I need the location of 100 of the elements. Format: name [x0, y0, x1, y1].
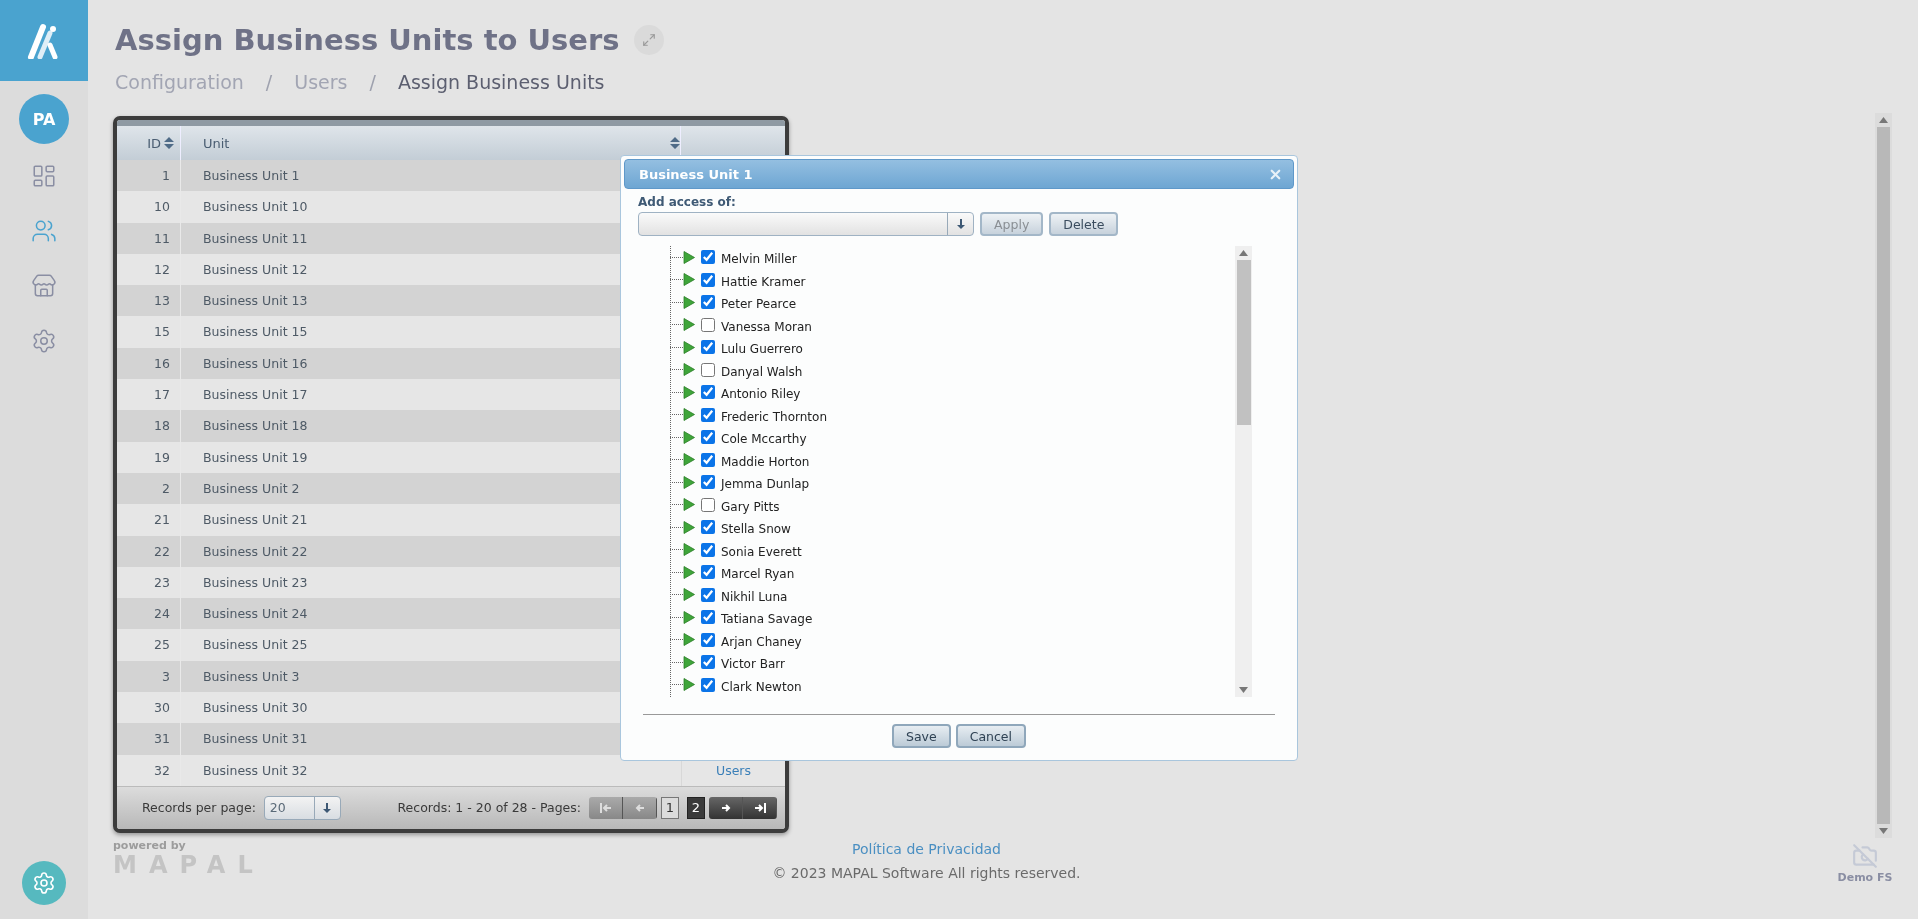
records-summary: Records: 1 - 20 of 28 - Pages:	[397, 800, 581, 816]
scroll-down-icon[interactable]	[1879, 828, 1888, 834]
user-checkbox[interactable]	[701, 340, 715, 355]
dashboard-icon	[31, 163, 57, 189]
user-name: Danyal Walsh	[721, 364, 803, 379]
user-name: Melvin Miller	[721, 252, 797, 267]
expand-triangle-icon[interactable]	[683, 588, 695, 602]
per-page-select[interactable]: 20	[263, 795, 341, 820]
table-cell: Business Unit 17	[203, 387, 308, 403]
expand-triangle-icon[interactable]	[683, 655, 695, 669]
pager-button[interactable]	[743, 796, 777, 819]
table-cell: Business Unit 24	[203, 606, 308, 622]
settings-icon	[32, 871, 56, 895]
user-name: Vanessa Moran	[721, 319, 812, 334]
table-cell: 2	[162, 480, 170, 496]
expand-triangle-icon[interactable]	[683, 295, 695, 309]
table-cell: Business Unit 12	[203, 261, 308, 277]
table-cell: 30	[154, 700, 170, 716]
expand-triangle-icon[interactable]	[683, 340, 695, 354]
user-checkbox[interactable]	[701, 295, 715, 310]
pager-button[interactable]	[709, 796, 743, 819]
user-name: Cole Mccarthy	[721, 432, 807, 447]
access-select[interactable]	[638, 212, 974, 236]
expand-triangle-icon[interactable]	[683, 633, 695, 647]
support-button[interactable]	[22, 861, 66, 905]
logo-icon[interactable]	[27, 22, 61, 59]
table-cell: 24	[154, 606, 170, 622]
user-checkbox[interactable]	[701, 362, 715, 377]
expand-triangle-icon[interactable]	[683, 475, 695, 489]
user-checkbox[interactable]	[701, 407, 715, 422]
expand-triangle-icon[interactable]	[683, 565, 695, 579]
users-link[interactable]: Users	[716, 762, 751, 778]
expand-triangle-icon[interactable]	[683, 430, 695, 444]
table-cell: Business Unit 30	[203, 700, 308, 716]
user-checkbox[interactable]	[701, 677, 715, 692]
user-checkbox[interactable]	[701, 475, 715, 490]
user-checkbox[interactable]	[701, 452, 715, 467]
user-checkbox[interactable]	[701, 385, 715, 400]
expand-triangle-icon[interactable]	[683, 408, 695, 422]
page-title: Assign Business Units to Users	[115, 23, 620, 57]
table-cell: Business Unit 19	[203, 449, 308, 465]
user-checkbox[interactable]	[701, 632, 715, 647]
user-name: Gary Pitts	[721, 499, 780, 514]
dialog-title: Business Unit 1	[639, 166, 754, 182]
store-icon	[31, 273, 57, 299]
expand-triangle-icon[interactable]	[683, 363, 695, 377]
user-checkbox[interactable]	[701, 497, 715, 512]
table-cell: Business Unit 21	[203, 512, 308, 528]
expand-triangle-icon[interactable]	[683, 610, 695, 624]
expand-triangle-icon[interactable]	[683, 453, 695, 467]
scroll-up-icon[interactable]	[1239, 250, 1248, 256]
user-avatar[interactable]: PA	[19, 94, 69, 144]
user-checkbox[interactable]	[701, 430, 715, 445]
user-checkbox[interactable]	[701, 542, 715, 557]
expand-triangle-icon[interactable]	[683, 678, 695, 692]
table-cell: Business Unit 23	[203, 574, 308, 590]
scroll-down-icon[interactable]	[1239, 687, 1248, 693]
table-cell: Business Unit 32	[203, 762, 308, 778]
user-name: Hattie Kramer	[721, 274, 806, 289]
expand-triangle-icon[interactable]	[683, 498, 695, 512]
expand-triangle-icon[interactable]	[683, 273, 695, 287]
cancel-button[interactable]: Cancel	[955, 724, 1026, 748]
privacy-link[interactable]: Política de Privacidad	[852, 841, 1001, 857]
sort-icon[interactable]	[670, 136, 680, 150]
user-name: Frederic Thornton	[721, 409, 828, 424]
user-checkbox[interactable]	[701, 565, 715, 580]
table-cell: 17	[154, 387, 170, 403]
table-cell: Business Unit 25	[203, 637, 308, 653]
users-icon	[31, 218, 57, 244]
expand-triangle-icon[interactable]	[683, 520, 695, 534]
table-cell: 22	[154, 543, 170, 559]
expand-triangle-icon[interactable]	[683, 543, 695, 557]
user-name: Tatiana Savage	[721, 612, 813, 627]
user-checkbox[interactable]	[701, 587, 715, 602]
table-cell: 12	[154, 261, 170, 277]
expand-triangle-icon[interactable]	[683, 250, 695, 264]
table-cell: 3	[162, 668, 170, 684]
scroll-up-icon[interactable]	[1879, 117, 1888, 123]
user-name: Arjan Chaney	[721, 634, 802, 649]
user-checkbox[interactable]	[701, 610, 715, 625]
expand-triangle-icon[interactable]	[683, 318, 695, 332]
arrow-to-edge-icon	[599, 801, 612, 814]
expand-triangle-icon[interactable]	[683, 385, 695, 399]
page-button[interactable]: 2	[687, 796, 705, 819]
user-checkbox[interactable]	[701, 272, 715, 287]
breadcrumb-separator: /	[265, 71, 273, 93]
user-checkbox[interactable]	[701, 655, 715, 670]
breadcrumb-link[interactable]: Assign Business Units	[397, 71, 605, 93]
action-button[interactable]: Delete	[1049, 212, 1119, 236]
user-checkbox[interactable]	[701, 250, 715, 265]
page-button[interactable]: 1	[661, 796, 679, 819]
table-cell: 16	[154, 355, 170, 371]
table-cell: 19	[154, 449, 170, 465]
table-cell: Business Unit 18	[203, 418, 308, 434]
table-cell: Business Unit 13	[203, 293, 308, 309]
user-checkbox[interactable]	[701, 520, 715, 535]
save-button[interactable]: Save	[891, 724, 951, 748]
sort-icon[interactable]	[164, 136, 174, 150]
user-checkbox[interactable]	[701, 317, 715, 332]
table-cell: 10	[154, 199, 170, 215]
